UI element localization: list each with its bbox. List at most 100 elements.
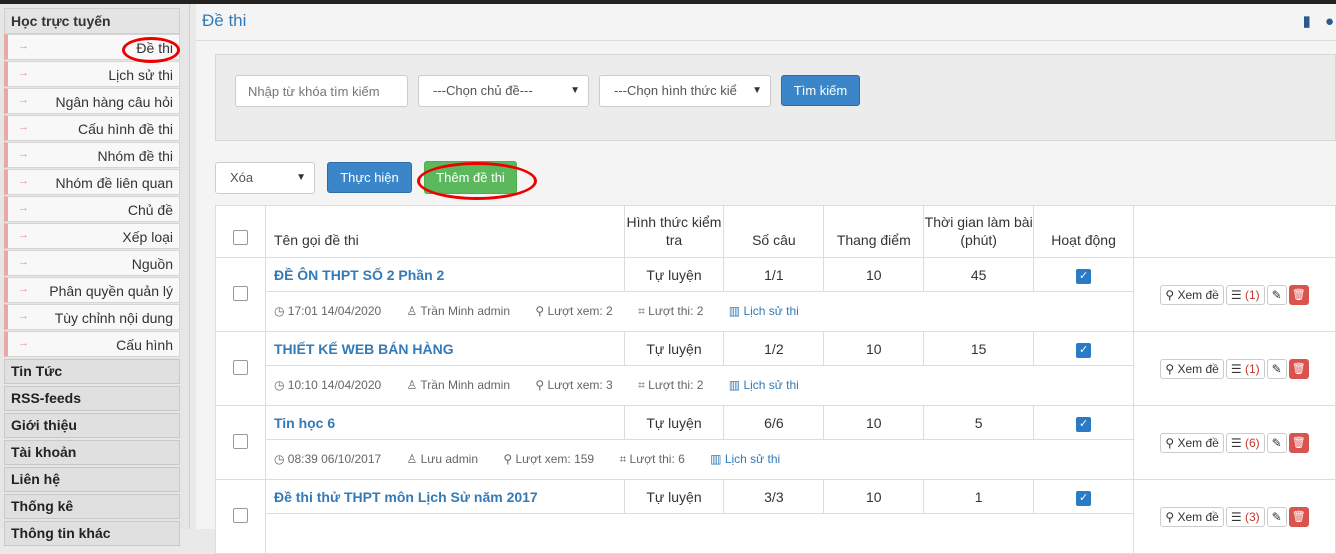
attempts-text: Lượt thi: 6: [629, 452, 685, 466]
active-checkbox[interactable]: ✓: [1076, 342, 1092, 358]
sidebar-section-lien-he[interactable]: Liên hệ: [4, 467, 180, 492]
row-select-cell: [215, 331, 266, 406]
active-checkbox[interactable]: ✓: [1076, 416, 1092, 432]
search-button[interactable]: Tìm kiếm: [781, 75, 860, 106]
sidebar-item-cau-hinh-de-thi[interactable]: → Cấu hình đề thi: [4, 115, 180, 141]
arrow-right-icon: →: [18, 67, 29, 79]
book-icon[interactable]: ▮: [1303, 13, 1311, 30]
sidebar-item-xep-loai[interactable]: → Xếp loại: [4, 223, 180, 249]
topic-select[interactable]: ---Chọn chủ đề--- ▼: [418, 75, 589, 107]
exam-name-link[interactable]: THIẾT KẾ WEB BÁN HÀNG: [264, 331, 625, 366]
history-link[interactable]: ▥ Lịch sử thi: [729, 304, 810, 318]
exam-form: Tự luyện: [623, 331, 725, 366]
sidebar-section-tai-khoan[interactable]: Tài khoản: [4, 440, 180, 465]
row-checkbox[interactable]: [232, 507, 248, 523]
exam-name-link[interactable]: Đề thi thử THPT môn Lịch Sử năm 2017: [264, 479, 625, 514]
question-list-button[interactable]: ☰ (6): [1225, 432, 1265, 453]
divider: [196, 40, 1336, 41]
sidebar-section-thong-tin-khac[interactable]: Thông tin khác: [4, 521, 180, 546]
exam-meta: ◷ 17:01 14/04/2020 ♙ Trần Minh admin ⚲ L…: [264, 291, 1135, 332]
exam-table: Tên gọi đề thi Hình thức kiểm tra Số câu…: [215, 205, 1336, 554]
sidebar-item-nhom-de-lien-quan[interactable]: → Nhóm đề liên quan: [4, 169, 180, 195]
exam-questions: 1/1: [723, 257, 825, 292]
meta-author: ♙ Trần Minh admin: [406, 304, 510, 318]
history-link[interactable]: ▥ Lịch sử thi: [710, 452, 791, 466]
exam-scale: 10: [823, 405, 925, 440]
row-actions: ⚲ Xem đề ☰ (3) ✎ 🗑: [1133, 479, 1336, 554]
sidebar-item-cau-hinh[interactable]: → Cấu hình: [4, 331, 180, 357]
form-select[interactable]: ---Chọn hình thức kiể ▼: [599, 75, 771, 107]
view-label: Xem đề: [1177, 287, 1219, 302]
history-link[interactable]: ▥ Lịch sử thi: [729, 378, 810, 392]
question-list-button[interactable]: ☰ (1): [1225, 284, 1265, 305]
author-text: Trần Minh admin: [420, 378, 510, 392]
exam-name-link[interactable]: ĐỀ ÔN THPT SỐ 2 Phần 2: [264, 257, 625, 292]
exam-time: 1: [923, 479, 1035, 514]
row-actions: ⚲ Xem đề ☰ (1) ✎ 🗑: [1133, 331, 1336, 406]
delete-button[interactable]: 🗑: [1288, 358, 1309, 379]
sidebar-item-nhom-de-thi[interactable]: → Nhóm đề thi: [4, 142, 180, 168]
edit-button[interactable]: ✎: [1266, 358, 1287, 379]
sidebar-item-tuy-chinh[interactable]: → Tùy chỉnh nội dung: [4, 304, 180, 330]
exam-time: 15: [923, 331, 1035, 366]
exam-time: 5: [923, 405, 1035, 440]
row-checkbox[interactable]: [232, 433, 248, 449]
col-actions: [1133, 205, 1336, 258]
sidebar-item-label: Lịch sử thi: [108, 67, 173, 83]
question-list-button[interactable]: ☰ (1): [1225, 358, 1265, 379]
table-row: Tin học 6 Tự luyện 6/6 10 5 ✓ ⚲ Xem đề ☰ …: [215, 405, 1336, 480]
edit-button[interactable]: ✎: [1266, 284, 1287, 305]
list-icon: ☰: [1230, 435, 1242, 450]
edit-button[interactable]: ✎: [1266, 506, 1287, 527]
sidebar-item-lich-su-thi[interactable]: → Lịch sử thi: [4, 61, 180, 87]
bulk-action-select[interactable]: Xóa ▼: [215, 162, 315, 194]
row-select-cell: [215, 257, 266, 332]
view-label: Xem đề: [1177, 509, 1219, 524]
sidebar-item-phan-quyen[interactable]: → Phân quyền quản lý: [4, 277, 180, 303]
view-exam-button[interactable]: ⚲ Xem đề: [1160, 284, 1224, 305]
view-exam-button[interactable]: ⚲ Xem đề: [1160, 358, 1224, 379]
row-checkbox[interactable]: [232, 285, 248, 301]
topic-select-value: ---Chọn chủ đề---: [433, 83, 533, 98]
caret-down-icon: ▼: [570, 85, 580, 96]
search-input[interactable]: [235, 75, 408, 107]
sidebar-item-label: Cấu hình: [116, 337, 173, 353]
exam-form: Tự luyện: [623, 257, 725, 292]
main-content: Đề thi ▮● ---Chọn chủ đề---▼ ---Chọn hìn…: [196, 4, 1336, 554]
delete-button[interactable]: 🗑: [1288, 432, 1309, 453]
delete-button[interactable]: 🗑: [1288, 506, 1309, 527]
sidebar-section-thong-ke[interactable]: Thống kê: [4, 494, 180, 519]
edit-button[interactable]: ✎: [1266, 432, 1287, 453]
edit-icon: ✎: [1271, 435, 1282, 450]
view-label: Xem đề: [1177, 435, 1219, 450]
exam-form: Tự luyện: [623, 405, 725, 440]
meta-datetime: ◷ 10:10 14/04/2020: [273, 378, 382, 392]
question-count: (1): [1244, 287, 1260, 302]
active-checkbox[interactable]: ✓: [1076, 268, 1092, 284]
exam-name-link[interactable]: Tin học 6: [264, 405, 625, 440]
view-exam-button[interactable]: ⚲ Xem đề: [1160, 432, 1224, 453]
sidebar-item-label: Tùy chỉnh nội dung: [54, 310, 173, 326]
sidebar-item-nguon[interactable]: → Nguồn: [4, 250, 180, 276]
sidebar-item-chu-de[interactable]: → Chủ đề: [4, 196, 180, 222]
sidebar-section-rss[interactable]: RSS-feeds: [4, 386, 180, 411]
question-list-button[interactable]: ☰ (3): [1225, 506, 1265, 527]
sidebar-item-ngan-hang[interactable]: → Ngân hàng câu hỏi: [4, 88, 180, 114]
execute-button[interactable]: Thực hiện: [327, 162, 412, 193]
sidebar-section-gioi-thieu[interactable]: Giới thiệu: [4, 413, 180, 438]
sidebar-item-label: Ngân hàng câu hỏi: [55, 94, 173, 110]
select-all-checkbox[interactable]: [232, 230, 248, 245]
arrow-right-icon: →: [18, 256, 29, 268]
list-icon: ☰: [1230, 287, 1242, 302]
globe-icon[interactable]: ●: [1325, 13, 1334, 30]
exam-form: Tự luyện: [623, 479, 725, 514]
sidebar-section-tin-tuc[interactable]: Tin Tức: [4, 359, 180, 384]
search-icon: ⚲: [1165, 509, 1175, 524]
row-checkbox[interactable]: [232, 359, 248, 375]
sidebar-section-online-learning[interactable]: Học trực tuyến: [4, 8, 180, 34]
view-exam-button[interactable]: ⚲ Xem đề: [1160, 506, 1224, 527]
active-checkbox[interactable]: ✓: [1076, 490, 1092, 506]
delete-button[interactable]: 🗑: [1288, 284, 1309, 305]
meta-datetime: ◷ 08:39 06/10/2017: [273, 452, 382, 466]
exam-time: 45: [923, 257, 1035, 292]
